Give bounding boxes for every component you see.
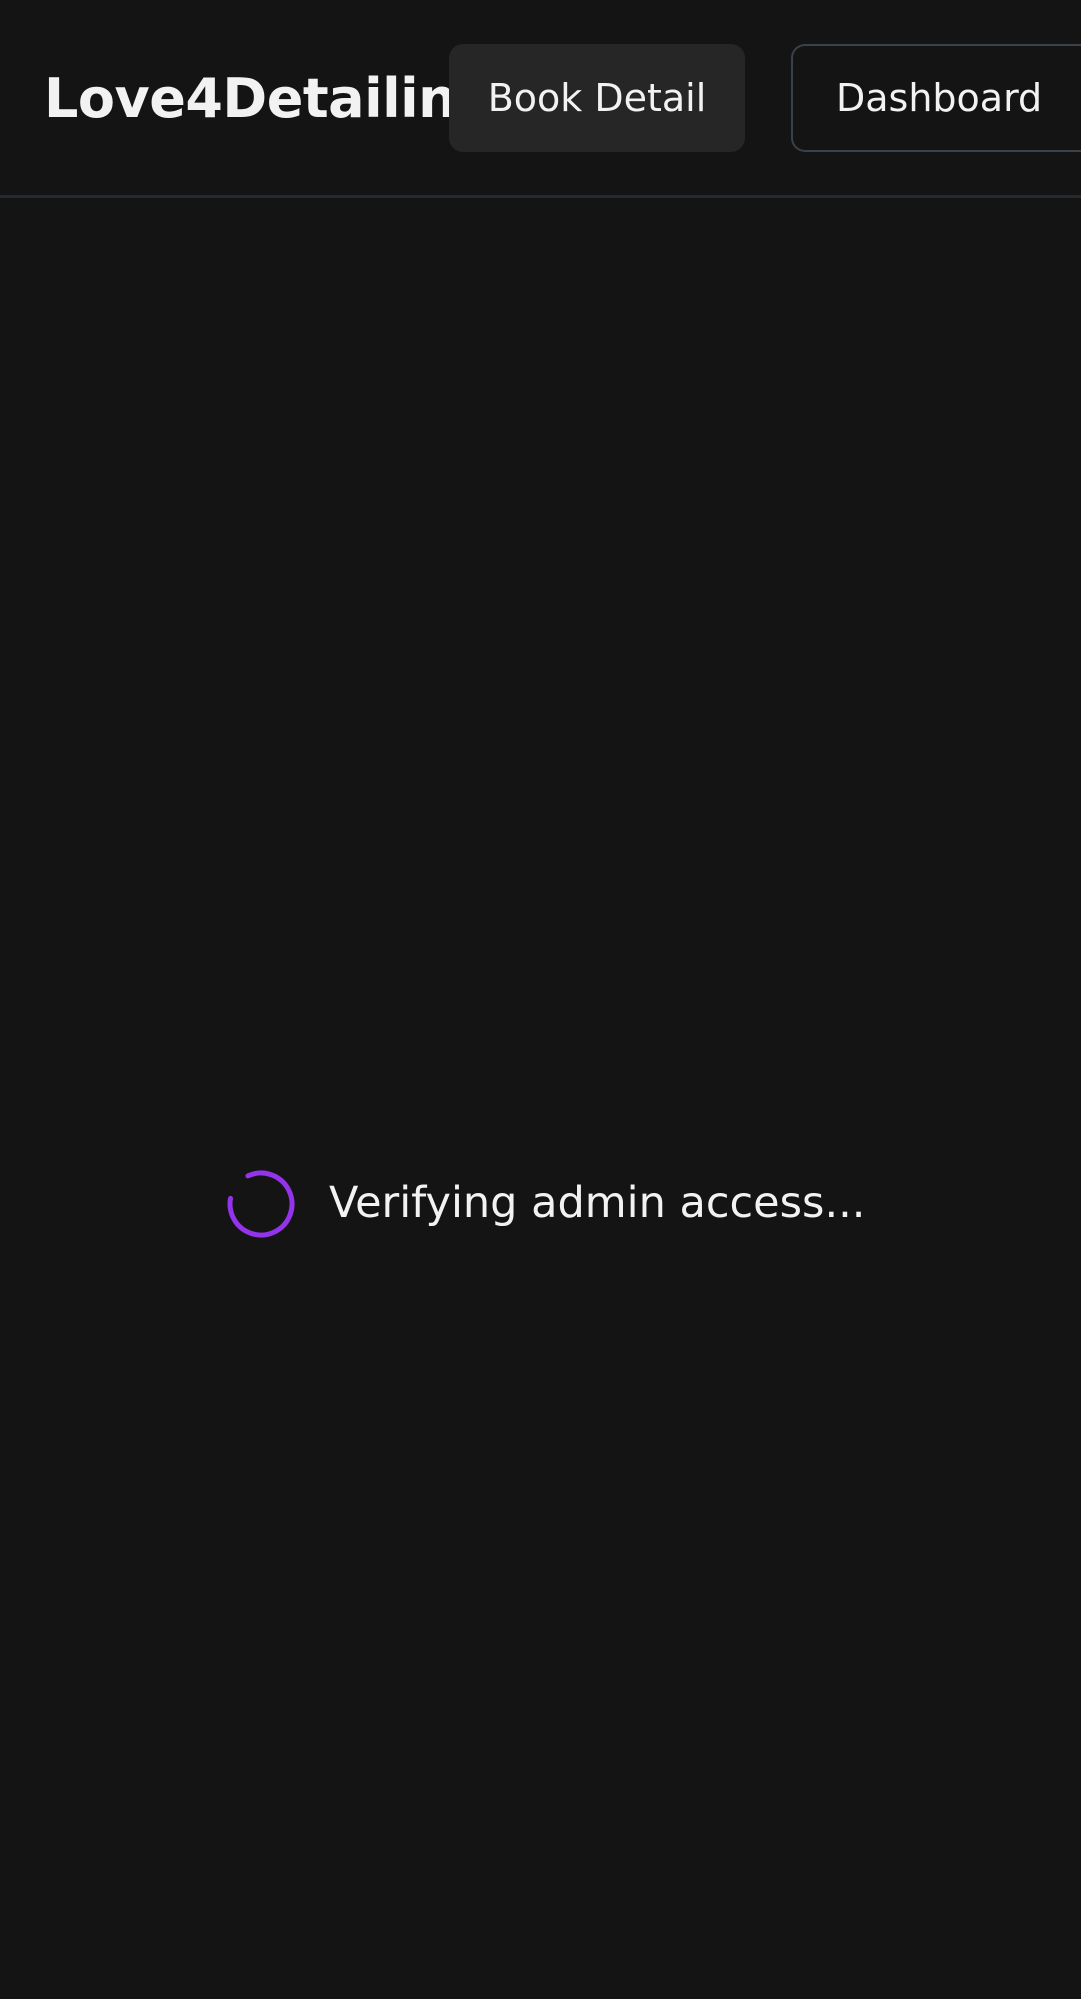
loading-indicator: Verifying admin access... (0, 1168, 1081, 1238)
loading-spinner-icon (227, 1170, 295, 1238)
brand-logo[interactable]: Love4Detailing (44, 64, 495, 134)
top-nav-bar: Love4Detailing Book Detail Dashboard (0, 0, 1081, 198)
dashboard-button[interactable]: Dashboard (791, 44, 1081, 152)
loading-message: Verifying admin access... (329, 1178, 866, 1228)
book-detail-button[interactable]: Book Detail (449, 44, 745, 152)
